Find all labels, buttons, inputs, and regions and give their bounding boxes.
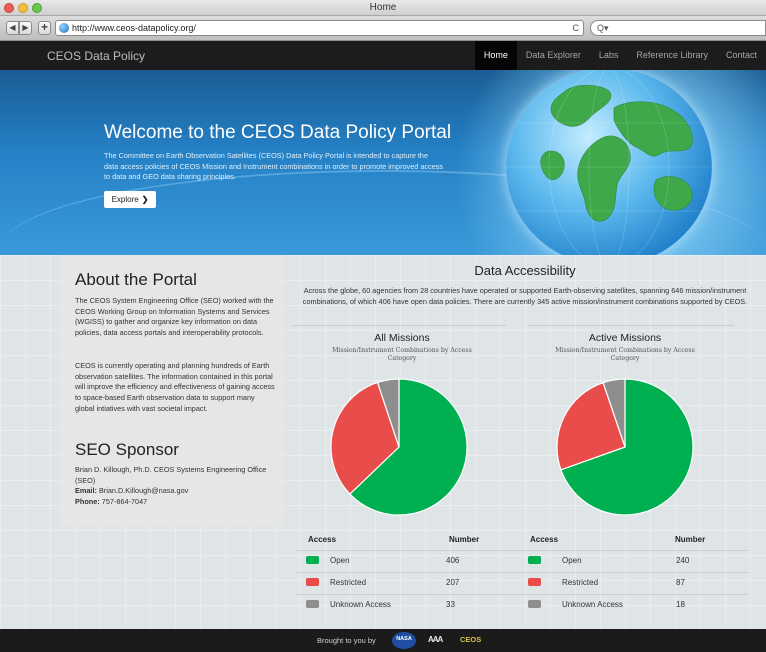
- nav-links: Home Data Explorer Labs Reference Librar…: [474, 41, 766, 70]
- open-swatch: [528, 556, 541, 564]
- access-count: 406: [446, 556, 460, 565]
- access-count: 33: [446, 600, 455, 609]
- table-row: Unknown Access 33: [296, 594, 526, 616]
- forward-button[interactable]: ▶: [19, 21, 32, 35]
- site-globe-icon: [59, 23, 69, 33]
- access-label: Unknown Access: [330, 600, 391, 609]
- add-bookmark-button[interactable]: +: [38, 21, 51, 35]
- explore-button[interactable]: Explore ❯: [104, 191, 156, 208]
- sponsor-email[interactable]: Brian.D.Killough@nasa.gov: [99, 486, 188, 495]
- access-count: 87: [676, 578, 685, 587]
- column-header-number: Number: [449, 535, 480, 544]
- unknown-swatch: [528, 600, 541, 608]
- access-count: 18: [676, 600, 685, 609]
- table-row: Unknown Access 18: [518, 594, 748, 616]
- access-count: 207: [446, 578, 460, 587]
- access-label: Open: [562, 556, 582, 565]
- restricted-swatch: [528, 578, 541, 586]
- access-label: Open: [330, 556, 350, 565]
- brand-link[interactable]: CEOS Data Policy: [47, 49, 145, 63]
- email-label: Email:: [75, 486, 97, 496]
- open-swatch: [306, 556, 319, 564]
- hero-banner: Welcome to the CEOS Data Policy Portal T…: [0, 70, 766, 255]
- site-footer: Brought to you by NASA AAA CEOS: [0, 629, 766, 652]
- nav-data-explorer[interactable]: Data Explorer: [517, 41, 590, 70]
- nav-reference-library[interactable]: Reference Library: [627, 41, 717, 70]
- all-missions-subtitle: Mission/Instrument Combinations by Acces…: [332, 347, 472, 362]
- chevron-right-icon: ❯: [141, 195, 149, 204]
- earth-globe-image: [506, 70, 712, 255]
- reload-icon[interactable]: C: [573, 21, 580, 35]
- nasa-logo[interactable]: NASA: [392, 632, 416, 649]
- active-missions-title: Active Missions: [588, 332, 662, 344]
- about-paragraph-2: CEOS is currently operating and planning…: [75, 361, 275, 413]
- back-button[interactable]: ◀: [6, 21, 19, 35]
- column-header-number: Number: [675, 535, 706, 544]
- active-missions-pie-chart: [556, 378, 694, 516]
- hero-title: Welcome to the CEOS Data Policy Portal: [104, 122, 452, 143]
- table-row: Open 240: [518, 550, 748, 572]
- active-missions-subtitle: Mission/Instrument Combinations by Acces…: [555, 347, 695, 362]
- all-missions-pie-chart: [330, 378, 468, 516]
- site-navbar: CEOS Data Policy Home Data Explorer Labs…: [0, 41, 766, 70]
- section-divider: [292, 325, 506, 326]
- table-row: Open 406: [296, 550, 526, 572]
- all-missions-title: All Missions: [374, 332, 430, 344]
- access-label: Restricted: [562, 578, 599, 587]
- explore-button-label: Explore: [111, 195, 139, 204]
- access-label: Unknown Access: [562, 600, 623, 609]
- about-title: About the Portal: [75, 270, 197, 289]
- accessibility-description: Across the globe, 60 agencies from 28 co…: [302, 286, 748, 306]
- nav-home[interactable]: Home: [474, 41, 517, 70]
- column-header-access: Access: [308, 535, 337, 544]
- access-count: 240: [676, 556, 690, 565]
- hero-description: The Committee on Earth Observation Satel…: [104, 151, 444, 181]
- section-divider: [528, 325, 734, 326]
- column-header-access: Access: [530, 535, 559, 544]
- browser-toolbar: ◀ ▶ + http://www.ceos-datapolicy.org/ C …: [0, 16, 766, 41]
- nav-labs[interactable]: Labs: [590, 41, 628, 70]
- table-row: Restricted 207: [296, 572, 526, 594]
- restricted-swatch: [306, 578, 319, 586]
- ceos-logo[interactable]: CEOS: [460, 635, 481, 644]
- search-field[interactable]: Q▾: [590, 20, 766, 36]
- access-label: Restricted: [330, 578, 367, 587]
- footer-credit: Brought to you by: [317, 636, 376, 645]
- sponsor-title: SEO Sponsor: [75, 440, 179, 459]
- partner-logo[interactable]: AAA: [428, 635, 443, 644]
- table-row: Restricted 87: [518, 572, 748, 594]
- window-title: Home: [369, 2, 397, 13]
- sponsor-phone: 757-864-7047: [101, 497, 148, 507]
- phone-label: Phone:: [75, 497, 100, 507]
- address-bar[interactable]: http://www.ceos-datapolicy.org/ C: [55, 20, 584, 36]
- accessibility-title: Data Accessibility: [474, 263, 576, 278]
- unknown-swatch: [306, 600, 319, 608]
- about-paragraph-1: The CEOS System Engineering Office (SEO)…: [75, 296, 274, 338]
- sponsor-name: Brian D. Killough, Ph.D. CEOS Systems En…: [75, 465, 267, 485]
- url-text: http://www.ceos-datapolicy.org/: [72, 23, 196, 33]
- nav-contact[interactable]: Contact: [717, 41, 766, 70]
- window-titlebar: Home: [0, 0, 766, 16]
- sponsor-details: Brian D. Killough, Ph.D. CEOS Systems En…: [75, 465, 275, 508]
